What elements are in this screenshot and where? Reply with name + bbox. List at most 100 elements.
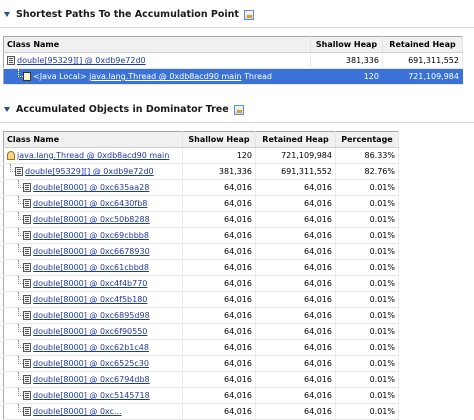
- shallow-heap-value: 64,016: [182, 387, 256, 404]
- tree-connector: [15, 276, 23, 291]
- table-row[interactable]: java.lang.Thread @ 0xdb8acd90 main 120 721…: [3, 147, 399, 164]
- shallow-heap-value: 64,016: [182, 195, 256, 212]
- tree-connector: [7, 308, 15, 323]
- column-header-percentage[interactable]: Percentage: [335, 131, 399, 148]
- object-link[interactable]: double[8000] @ 0xc6430fb8: [33, 199, 147, 208]
- dominator-tree-table: Class Name Shallow Heap Retained Heap Pe…: [3, 131, 399, 420]
- collapse-triangle-icon[interactable]: [4, 107, 10, 112]
- shallow-heap-value: 64,016: [182, 403, 256, 420]
- object-link[interactable]: double[8000] @ 0xc69cbbb8: [33, 231, 149, 240]
- percentage-value: 0.01%: [335, 259, 399, 276]
- object-link[interactable]: double[8000] @ 0xc...: [33, 407, 122, 416]
- tree-connector: [7, 228, 15, 243]
- table-row[interactable]: double[8000] @ 0xc61cbbd8 64,016 64,016 0.0…: [3, 259, 399, 276]
- report-icon[interactable]: [233, 104, 244, 115]
- shallow-heap-value: 64,016: [182, 291, 256, 308]
- percentage-value: 86.33%: [335, 147, 399, 164]
- report-icon[interactable]: [243, 9, 254, 20]
- array-object-icon: [23, 407, 31, 416]
- retained-heap-value: 64,016: [255, 403, 336, 420]
- tree-connector: [15, 388, 23, 403]
- percentage-value: 0.01%: [335, 211, 399, 228]
- column-header-class-name[interactable]: Class Name: [3, 36, 311, 53]
- array-object-icon: [23, 263, 31, 272]
- table-row[interactable]: double[8000] @ 0xc635aa28 64,016 64,016 0.0…: [3, 179, 399, 196]
- tree-connector: [15, 196, 23, 211]
- percentage-value: 0.01%: [335, 371, 399, 388]
- column-header-class-name[interactable]: Class Name: [3, 131, 183, 148]
- table-row-selected[interactable]: <Java Local> java.lang.Thread @ 0xdb8acd…: [3, 68, 463, 85]
- table-row[interactable]: double[8000] @ 0xc4f5b180 64,016 64,016 0.0…: [3, 291, 399, 308]
- table-row[interactable]: double[95329][] @ 0xdb9e72d0 381,336 691…: [3, 52, 463, 69]
- section-shortest-paths-header[interactable]: Shortest Paths To the Accumulation Point: [4, 9, 254, 20]
- array-object-icon: [23, 231, 31, 240]
- tree-connector: [7, 340, 15, 355]
- column-header-retained-heap[interactable]: Retained Heap: [382, 36, 463, 53]
- table-row[interactable]: double[95329][] @ 0xdb9e72d0 381,336 691,3…: [3, 163, 399, 180]
- percentage-value: 0.01%: [335, 387, 399, 404]
- thread-object-icon: [7, 151, 15, 160]
- table-row[interactable]: double[8000] @ 0xc6525c30 64,016 64,016 0.0…: [3, 355, 399, 372]
- table-row[interactable]: double[8000] @ 0xc50b8288 64,016 64,016 0.0…: [3, 211, 399, 228]
- percentage-value: 0.01%: [335, 403, 399, 420]
- table-row[interactable]: double[8000] @ 0xc62b1c48 64,016 64,016 0.0…: [3, 339, 399, 356]
- column-header-shallow-heap[interactable]: Shallow Heap: [310, 36, 383, 53]
- shallow-heap-value: 64,016: [182, 243, 256, 260]
- object-link[interactable]: double[8000] @ 0xc50b8288: [33, 215, 150, 224]
- tree-connector: [7, 292, 15, 307]
- object-link[interactable]: double[8000] @ 0xc5145718: [33, 391, 150, 400]
- object-link[interactable]: java.lang.Thread @ 0xdb8acd90 main: [17, 151, 169, 160]
- tree-connector: [15, 308, 23, 323]
- object-link[interactable]: double[8000] @ 0xc6895d98: [33, 311, 150, 320]
- tree-connector: [15, 212, 23, 227]
- object-link[interactable]: double[8000] @ 0xc6f90550: [33, 327, 147, 336]
- object-link[interactable]: double[95329][] @ 0xdb9e72d0: [17, 56, 146, 65]
- table-row[interactable]: double[8000] @ 0xc6678930 64,016 64,016 0.0…: [3, 243, 399, 260]
- object-link[interactable]: double[8000] @ 0xc4f5b180: [33, 295, 147, 304]
- shallow-heap-value: 64,016: [182, 179, 256, 196]
- object-link[interactable]: java.lang.Thread @ 0xdb8acd90 main: [89, 72, 241, 81]
- table-row[interactable]: double[8000] @ 0xc69cbbb8 64,016 64,016 0.0…: [3, 227, 399, 244]
- column-header-shallow-heap[interactable]: Shallow Heap: [182, 131, 256, 148]
- table-row[interactable]: double[8000] @ 0xc6895d98 64,016 64,016 0.0…: [3, 307, 399, 324]
- percentage-value: 0.01%: [335, 307, 399, 324]
- tree-connector: [15, 69, 23, 84]
- object-link[interactable]: double[8000] @ 0xc6525c30: [33, 359, 149, 368]
- table-row[interactable]: double[8000] @ 0xc5145718 64,016 64,016 0.0…: [3, 387, 399, 404]
- section-divider: [0, 122, 474, 123]
- object-link[interactable]: double[8000] @ 0xc635aa28: [33, 183, 149, 192]
- shallow-heap-value: 120: [182, 147, 256, 164]
- retained-heap-value: 64,016: [255, 179, 336, 196]
- tree-connector: [7, 324, 15, 339]
- percentage-value: 0.01%: [335, 355, 399, 372]
- table-row[interactable]: double[8000] @ 0xc... 64,016 64,016 0.01%: [3, 403, 399, 420]
- object-link[interactable]: double[8000] @ 0xc4f4b770: [33, 279, 147, 288]
- retained-heap-value: 64,016: [255, 259, 336, 276]
- array-object-icon: [23, 279, 31, 288]
- section-dominator-tree-header[interactable]: Accumulated Objects in Dominator Tree: [4, 104, 244, 115]
- column-header-retained-heap[interactable]: Retained Heap: [255, 131, 336, 148]
- object-link[interactable]: double[8000] @ 0xc6678930: [33, 247, 150, 256]
- tree-connector: [15, 244, 23, 259]
- tree-connector: [7, 404, 15, 419]
- tree-connector: [15, 228, 23, 243]
- table-row[interactable]: double[8000] @ 0xc4f4b770 64,016 64,016 0.0…: [3, 275, 399, 292]
- tree-connector: [15, 404, 23, 419]
- object-link[interactable]: double[95329][] @ 0xdb9e72d0: [25, 167, 154, 176]
- object-suffix-label: Thread: [244, 72, 273, 81]
- table-row[interactable]: double[8000] @ 0xc6794db8 64,016 64,016 0.0…: [3, 371, 399, 388]
- object-link[interactable]: double[8000] @ 0xc62b1c48: [33, 343, 149, 352]
- percentage-value: 0.01%: [335, 179, 399, 196]
- percentage-value: 0.01%: [335, 227, 399, 244]
- retained-heap-value: 64,016: [255, 291, 336, 308]
- object-link[interactable]: double[8000] @ 0xc61cbbd8: [33, 263, 149, 272]
- tree-connector: [7, 212, 15, 227]
- retained-heap-value: 64,016: [255, 307, 336, 324]
- collapse-triangle-icon[interactable]: [4, 12, 10, 17]
- tree-connector: [15, 340, 23, 355]
- shallow-heap-value: 64,016: [182, 211, 256, 228]
- object-link[interactable]: double[8000] @ 0xc6794db8: [33, 375, 150, 384]
- percentage-value: 82.76%: [335, 163, 399, 180]
- table-row[interactable]: double[8000] @ 0xc6430fb8 64,016 64,016 0.0…: [3, 195, 399, 212]
- table-row[interactable]: double[8000] @ 0xc6f90550 64,016 64,016 0.0…: [3, 323, 399, 340]
